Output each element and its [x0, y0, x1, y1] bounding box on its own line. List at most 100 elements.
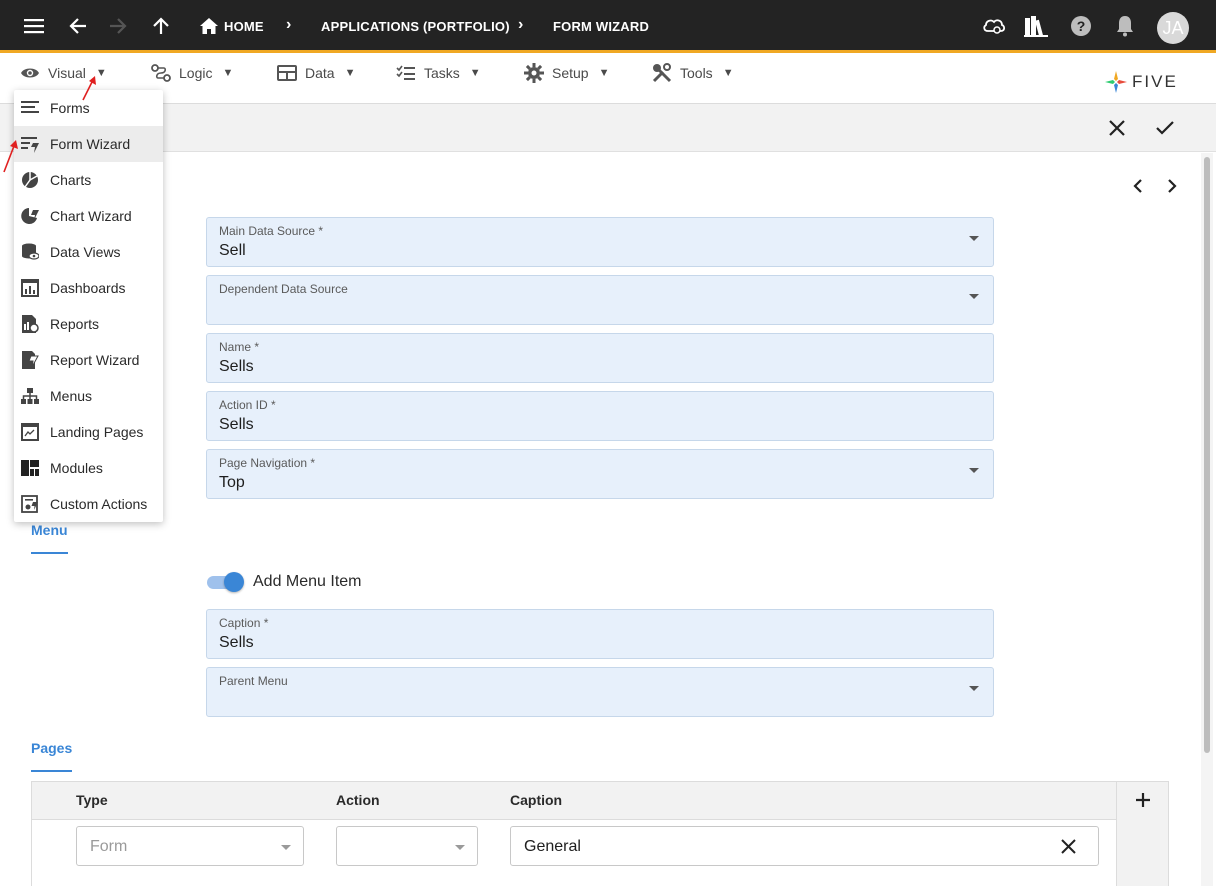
menu-tasks[interactable]: Tasks ▼ [396, 64, 481, 82]
dropdown-arrow-icon[interactable] [969, 236, 979, 241]
annotation-arrow-icon [3, 140, 18, 173]
forward-arrow-icon [106, 14, 130, 38]
toggle-knob [224, 572, 244, 592]
menu-item-label: Landing Pages [50, 424, 144, 440]
cancel-button[interactable] [1108, 119, 1126, 142]
next-page-button[interactable] [1165, 178, 1179, 199]
close-icon [1109, 120, 1125, 136]
menu-item-modules[interactable]: Modules [14, 450, 163, 486]
add-row-button[interactable] [1135, 792, 1151, 813]
menu-bar: Visual ▼ Logic ▼ Data ▼ Tasks ▼ Setup ▼ … [0, 56, 1216, 104]
home-icon[interactable] [197, 14, 221, 38]
menu-item-report-wizard[interactable]: Report Wizard [14, 342, 163, 378]
svg-text:?: ? [1077, 18, 1086, 34]
dropdown-arrow-icon[interactable] [969, 294, 979, 299]
field-value: Sells [219, 358, 254, 375]
top-app-bar: HOME › APPLICATIONS (PORTFOLIO) › FORM W… [0, 0, 1216, 53]
field-label: Parent Menu [219, 674, 288, 688]
up-arrow-icon[interactable] [149, 14, 173, 38]
menu-logic[interactable]: Logic ▼ [151, 64, 233, 82]
checklist-icon [396, 65, 415, 80]
dropdown-arrow-icon[interactable] [969, 686, 979, 691]
breadcrumb-applications[interactable]: APPLICATIONS (PORTFOLIO) [321, 19, 510, 34]
chevron-down-icon: ▼ [598, 67, 610, 79]
field-label: Action ID * [219, 398, 276, 412]
action-id-field[interactable]: Action ID * Sells [206, 391, 994, 441]
name-field[interactable]: Name * Sells [206, 333, 994, 383]
dependent-data-source-select[interactable]: Dependent Data Source [206, 275, 994, 325]
dropdown-arrow-icon[interactable] [455, 845, 465, 850]
main-data-source-select[interactable]: Main Data Source * Sell [206, 217, 994, 267]
menu-item-form-wizard[interactable]: Form Wizard [14, 126, 163, 162]
menu-item-dashboards[interactable]: Dashboards [14, 270, 163, 306]
report-icon [22, 315, 39, 333]
menu-setup-label: Setup [552, 65, 589, 81]
menu-data-label: Data [305, 65, 335, 81]
caption-field[interactable]: Caption * Sells [206, 609, 994, 659]
menu-item-label: Dashboards [50, 280, 126, 296]
clear-caption-button[interactable] [1061, 839, 1076, 859]
dropdown-arrow-icon[interactable] [969, 468, 979, 473]
menu-data[interactable]: Data ▼ [277, 64, 355, 82]
menus-icon [21, 388, 39, 404]
menu-item-label: Chart Wizard [50, 208, 132, 224]
check-icon [1156, 121, 1174, 135]
avatar[interactable]: JA [1157, 12, 1189, 44]
tab-menu[interactable]: Menu [31, 522, 68, 538]
chevron-down-icon: ▼ [469, 67, 481, 79]
page-type-select[interactable]: Form [76, 826, 304, 866]
breadcrumb-separator-icon: › [286, 16, 292, 33]
menu-item-data-views[interactable]: Data Views [14, 234, 163, 270]
chevron-down-icon: ▼ [344, 67, 356, 79]
five-logo: FIVE [1104, 70, 1178, 94]
cloud-icon[interactable] [982, 14, 1006, 38]
field-label: Dependent Data Source [219, 282, 348, 296]
menu-item-label: Forms [50, 100, 90, 116]
page-navigation-select[interactable]: Page Navigation * Top [206, 449, 994, 499]
menu-icon[interactable] [22, 14, 46, 38]
add-menu-item-label: Add Menu Item [253, 573, 362, 590]
scrollbar-thumb[interactable] [1204, 157, 1210, 753]
forms-icon [21, 101, 39, 113]
vertical-scrollbar[interactable] [1201, 153, 1213, 886]
menu-item-menus[interactable]: Menus [14, 378, 163, 414]
page-caption-input[interactable]: General [510, 826, 1099, 866]
menu-item-label: Modules [50, 460, 103, 476]
save-button[interactable] [1155, 119, 1175, 142]
library-icon[interactable] [1024, 14, 1048, 38]
custom-actions-icon [21, 495, 38, 513]
add-menu-item-toggle[interactable] [207, 572, 245, 592]
field-label: Caption * [219, 616, 269, 630]
previous-page-button[interactable] [1131, 178, 1145, 199]
back-arrow-icon[interactable] [66, 14, 90, 38]
logo-text: FIVE [1132, 72, 1178, 91]
chevron-down-icon: ▼ [722, 67, 734, 79]
menu-setup[interactable]: Setup ▼ [524, 63, 610, 83]
field-label: Page Navigation * [219, 456, 316, 470]
parent-menu-select[interactable]: Parent Menu [206, 667, 994, 717]
tab-pages-indicator [31, 770, 72, 772]
menu-item-landing-pages[interactable]: Landing Pages [14, 414, 163, 450]
menu-item-label: Custom Actions [50, 496, 148, 512]
dropdown-arrow-icon[interactable] [281, 845, 291, 850]
help-icon[interactable]: ? [1069, 14, 1093, 38]
notifications-icon[interactable] [1113, 14, 1137, 38]
menu-item-custom-actions[interactable]: Custom Actions [14, 486, 163, 522]
logic-icon [151, 64, 171, 82]
menu-item-chart-wizard[interactable]: Chart Wizard [14, 198, 163, 234]
cell-placeholder: Form [90, 838, 128, 855]
data-views-icon [22, 243, 39, 260]
menu-item-label: Menus [50, 388, 93, 404]
menu-tools[interactable]: Tools ▼ [652, 63, 734, 83]
menu-item-charts[interactable]: Charts [14, 162, 163, 198]
menu-item-reports[interactable]: Reports [14, 306, 163, 342]
modules-icon [21, 460, 39, 476]
eye-icon [21, 68, 39, 78]
page-action-select[interactable] [336, 826, 478, 866]
field-value: Sells [219, 416, 254, 433]
visual-dropdown-menu: Forms Form Wizard Charts Chart Wizard Da… [14, 90, 163, 522]
form-wizard-icon [21, 137, 39, 153]
dashboard-icon [21, 279, 39, 297]
tab-pages[interactable]: Pages [31, 740, 72, 756]
breadcrumb-home[interactable]: HOME [224, 19, 264, 34]
